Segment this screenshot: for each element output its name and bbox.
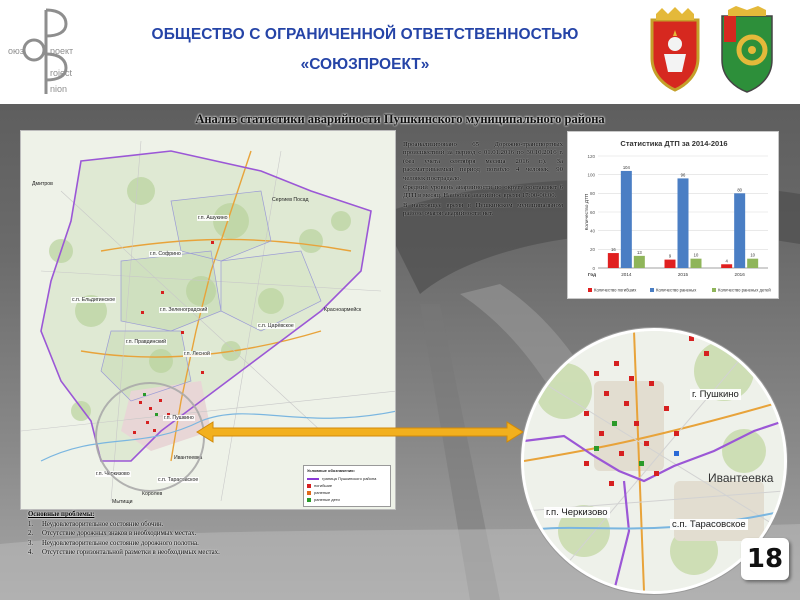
map-label-krasnoarmeysk: Красноармейск (324, 307, 362, 313)
chart-title: Статистика ДТП за 2014-2016 (620, 139, 727, 148)
chart-legend-swatch (588, 288, 592, 292)
chart-legend-label: Количество погибших (594, 288, 637, 293)
souzproekt-logo: оюз роект roject nion (6, 6, 102, 98)
legend-border-line-icon (307, 477, 319, 480)
problems-title: Основные проблемы: (28, 511, 95, 518)
chart-x-tick-label: 2016 (735, 272, 746, 277)
district-map: Дмитров Сергиев Посад г.п. Ашукино г.п. … (20, 130, 396, 510)
legend-killed-label: погибшие (314, 483, 333, 488)
chart-bar (620, 170, 632, 268)
chart-data-label: 4 (725, 258, 728, 263)
map-label-mytishchi: Мытищи (112, 499, 133, 505)
company-name-line1: ОБЩЕСТВО С ОГРАНИЧЕННОЙ ОТВЕТСТВЕННОСТЬЮ (151, 26, 579, 43)
chart-data-label: 9 (669, 254, 672, 259)
page-number: 18 (741, 538, 789, 580)
double-arrow-icon (195, 420, 525, 444)
company-name-line2: «СОЮЗПРОЕКТ» (300, 56, 430, 73)
chart-y-tick-label: 20 (590, 247, 596, 252)
logo-word-proekt: роект (50, 46, 73, 56)
legend-killed-flag-icon (307, 483, 311, 488)
zoom-label-cherkizovo: г.п. Черкизово (544, 507, 610, 518)
zoom-label-ivanteevka: Ивантеевка (708, 471, 774, 485)
problem-item: 1. Неудовлетворительное состояние обочин. (28, 520, 164, 528)
chart-data-label: 80 (737, 187, 742, 192)
chart-x-tick-label: 2014 (621, 272, 632, 277)
slide-title: Анализ статистики аварийности Пушкинског… (195, 112, 605, 126)
map-label-lesnoy: г.п. Лесной (183, 351, 211, 357)
chart-data-label: 13 (637, 250, 642, 255)
map-label-dmitrov: Дмитров (32, 181, 53, 187)
chart-y-tick-label: 40 (590, 228, 596, 233)
accident-statistics-chart: Статистика ДТП за 2014-2016 0 20 40 60 80 100 1… (567, 131, 779, 299)
map-label-tsarevskoe: с.п. Царёвское (257, 323, 295, 329)
analysis-paragraph-2: Средний уровень аварийности по округу со… (403, 184, 563, 200)
map-label-eldigino: с.п. Ельдигинское (71, 297, 117, 303)
chart-y-axis-label: Количество ДТП (584, 193, 590, 230)
map-legend-title: Условные обозначения: (307, 468, 355, 473)
logo-word-souz: оюз (8, 46, 24, 56)
problem-item: 2. Отсутствие дорожных знаков в необходим… (28, 530, 197, 537)
chart-bar (607, 253, 619, 268)
chart-y-tick-label: 80 (590, 191, 596, 196)
zoom-label-tarasovskoe: с.п. Тарасовское (670, 519, 748, 530)
legend-injured-label: раненые (314, 490, 331, 495)
problem-item: 4. Отсутствие горизонтальной разметки в н… (28, 549, 220, 556)
chart-data-label: 16 (611, 247, 616, 252)
chart-bar (677, 178, 689, 268)
map-legend: Условные обозначения: граница Пушкинског… (303, 465, 391, 507)
chart-y-tick-label: 60 (590, 210, 596, 215)
legend-border-label: граница Пушкинского района (322, 476, 377, 481)
chart-legend-swatch (650, 288, 654, 292)
analysis-text: Проанализировано 65 Дорожно-транспортных… (403, 141, 563, 220)
chart-y-tick-label: 100 (587, 172, 595, 177)
map-label-sergiev-posad: Сергиев Посад (272, 197, 309, 203)
chart-bar (721, 264, 733, 268)
chart-bar (734, 193, 746, 268)
logo-word-project: roject (50, 68, 73, 78)
chart-y-tick-label: 120 (587, 154, 595, 159)
chart-bar (633, 255, 645, 268)
chart-legend-label: Количество раненых детей (718, 288, 771, 293)
analysis-paragraph-1: Проанализировано 65 Дорожно-транспортных… (403, 141, 563, 182)
map-label-zelenogradsky: г.п. Зеленоградский (159, 307, 209, 313)
chart-bar (664, 259, 676, 268)
chart-x-axis-label: Год (588, 272, 596, 277)
main-problems-list: Основные проблемы: 1. Неудовлетворительно… (28, 510, 448, 558)
zoom-label-pushkino: г. Пушкино (690, 389, 741, 400)
chart-bar (690, 258, 702, 268)
pushkino-coat-of-arms-icon (714, 6, 780, 94)
chart-legend-label: Количество раненых (656, 288, 697, 293)
chart-data-label: 10 (750, 253, 755, 258)
chart-y-tick-label: 0 (592, 266, 595, 271)
legend-children-flag-icon (307, 497, 311, 502)
chart-data-label: 96 (681, 172, 686, 177)
map-label-ashukino: г.п. Ашукино (197, 215, 229, 221)
chart-data-label: 104 (623, 165, 631, 170)
problem-item: 3. Неудовлетворительное состояние дорожно… (28, 539, 199, 547)
map-label-pravdinsky: г.п. Правдинский (125, 339, 168, 345)
map-label-sofrino: г.п. Софрино (149, 251, 182, 257)
map-highlight-circle (95, 382, 205, 492)
legend-injured-flag-icon (307, 490, 311, 495)
chart-legend-swatch (712, 288, 716, 292)
chart-bar (747, 258, 759, 268)
legend-children-label: раненые дети (314, 497, 340, 502)
logo-word-union: nion (50, 84, 67, 94)
moscow-oblast-coat-of-arms-icon (642, 6, 708, 94)
chart-data-label: 10 (694, 253, 699, 258)
analysis-paragraph-3: В настоящее время в Пушкинском муниципал… (403, 201, 563, 218)
chart-x-tick-label: 2015 (678, 272, 689, 277)
header: оюз роект roject nion ОБЩЕСТВО С ОГРАНИЧ… (0, 0, 800, 104)
